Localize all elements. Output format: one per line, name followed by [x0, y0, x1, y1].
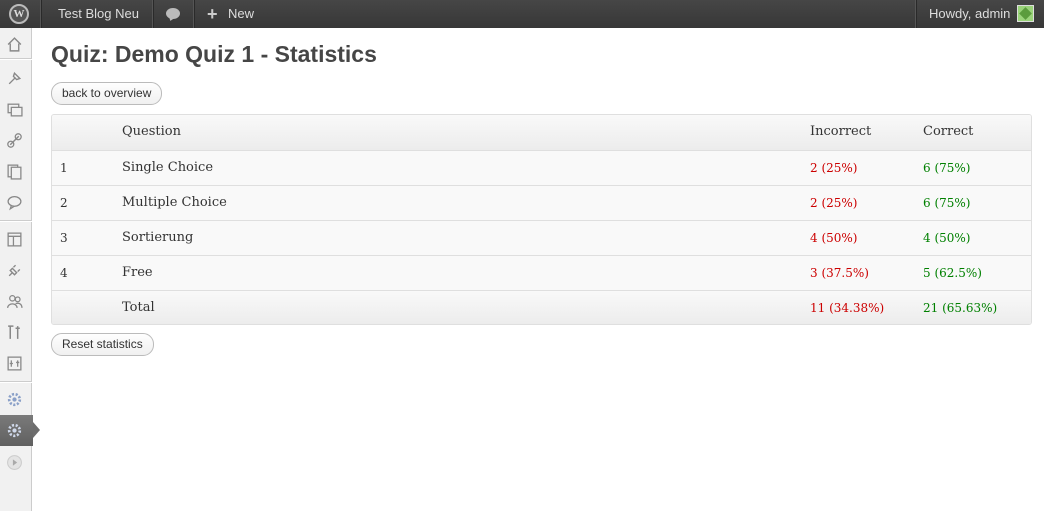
- total-label: Total: [122, 300, 155, 315]
- separator: [0, 58, 32, 59]
- row-correct: 6 (75%): [923, 161, 971, 175]
- row-question: Single Choice: [122, 160, 214, 175]
- posts-icon[interactable]: [6, 70, 23, 87]
- total-incorrect: 11 (34.38%): [810, 301, 885, 315]
- table-row: 2 Multiple Choice 2 (25%) 6 (75%): [52, 185, 1031, 220]
- new-content-link[interactable]: New: [228, 0, 254, 28]
- comments-icon[interactable]: [166, 8, 180, 19]
- admin-sidebar: [0, 28, 40, 511]
- row-number: 1: [60, 161, 68, 175]
- back-to-overview-button[interactable]: back to overview: [51, 82, 163, 105]
- table-total-row: Total 11 (34.38%) 21 (65.63%): [52, 290, 1031, 324]
- reset-statistics-button[interactable]: Reset statistics: [51, 333, 154, 356]
- dashboard-icon[interactable]: [6, 36, 23, 53]
- row-incorrect: 2 (25%): [810, 161, 858, 175]
- row-question: Free: [122, 265, 153, 280]
- statistics-table: Question Incorrect Correct 1 Single Choi…: [51, 114, 1032, 325]
- table-header-row: Question Incorrect Correct: [52, 115, 1031, 150]
- separator: [0, 381, 32, 382]
- avatar[interactable]: [1017, 5, 1034, 22]
- header-correct: Correct: [923, 124, 974, 139]
- settings-icon[interactable]: [6, 355, 23, 372]
- header-question: Question: [122, 124, 181, 139]
- site-name-link[interactable]: Test Blog Neu: [58, 0, 139, 28]
- row-correct: 4 (50%): [923, 231, 971, 245]
- separator: [193, 0, 194, 28]
- row-correct: 5 (62.5%): [923, 266, 982, 280]
- appearance-icon[interactable]: [6, 231, 23, 248]
- row-incorrect: 4 (50%): [810, 231, 858, 245]
- row-number: 3: [60, 231, 68, 245]
- row-question: Sortierung: [122, 230, 194, 245]
- tools-icon[interactable]: [6, 324, 23, 341]
- separator: [40, 0, 41, 28]
- plus-icon[interactable]: +: [207, 0, 218, 28]
- links-icon[interactable]: [6, 132, 23, 149]
- row-question: Multiple Choice: [122, 195, 227, 210]
- collapse-icon[interactable]: [6, 454, 23, 471]
- row-number: 2: [60, 196, 68, 210]
- row-correct: 6 (75%): [923, 196, 971, 210]
- row-number: 4: [60, 266, 68, 280]
- table-row: 3 Sortierung 4 (50%) 4 (50%): [52, 220, 1031, 255]
- comments-icon[interactable]: [6, 194, 23, 211]
- users-icon[interactable]: [6, 293, 23, 310]
- total-correct: 21 (65.63%): [923, 301, 998, 315]
- row-incorrect: 2 (25%): [810, 196, 858, 210]
- row-incorrect: 3 (37.5%): [810, 266, 869, 280]
- page-title: Quiz: Demo Quiz 1 - Statistics: [51, 41, 377, 67]
- table-row: 4 Free 3 (37.5%) 5 (62.5%): [52, 255, 1031, 290]
- table-row: 1 Single Choice 2 (25%) 6 (75%): [52, 150, 1031, 185]
- admin-bar: Test Blog Neu + New Howdy, admin: [0, 0, 1044, 28]
- quiz-settings-icon[interactable]: [6, 391, 23, 408]
- separator: [915, 0, 916, 28]
- quiz-icon[interactable]: [6, 422, 23, 439]
- wordpress-logo-icon[interactable]: [9, 4, 29, 24]
- plugins-icon[interactable]: [6, 262, 23, 279]
- media-icon[interactable]: [6, 101, 23, 118]
- header-incorrect: Incorrect: [810, 124, 872, 139]
- howdy-user-link[interactable]: Howdy, admin: [929, 0, 1010, 28]
- separator: [0, 220, 32, 221]
- separator: [152, 0, 153, 28]
- pages-icon[interactable]: [6, 163, 23, 180]
